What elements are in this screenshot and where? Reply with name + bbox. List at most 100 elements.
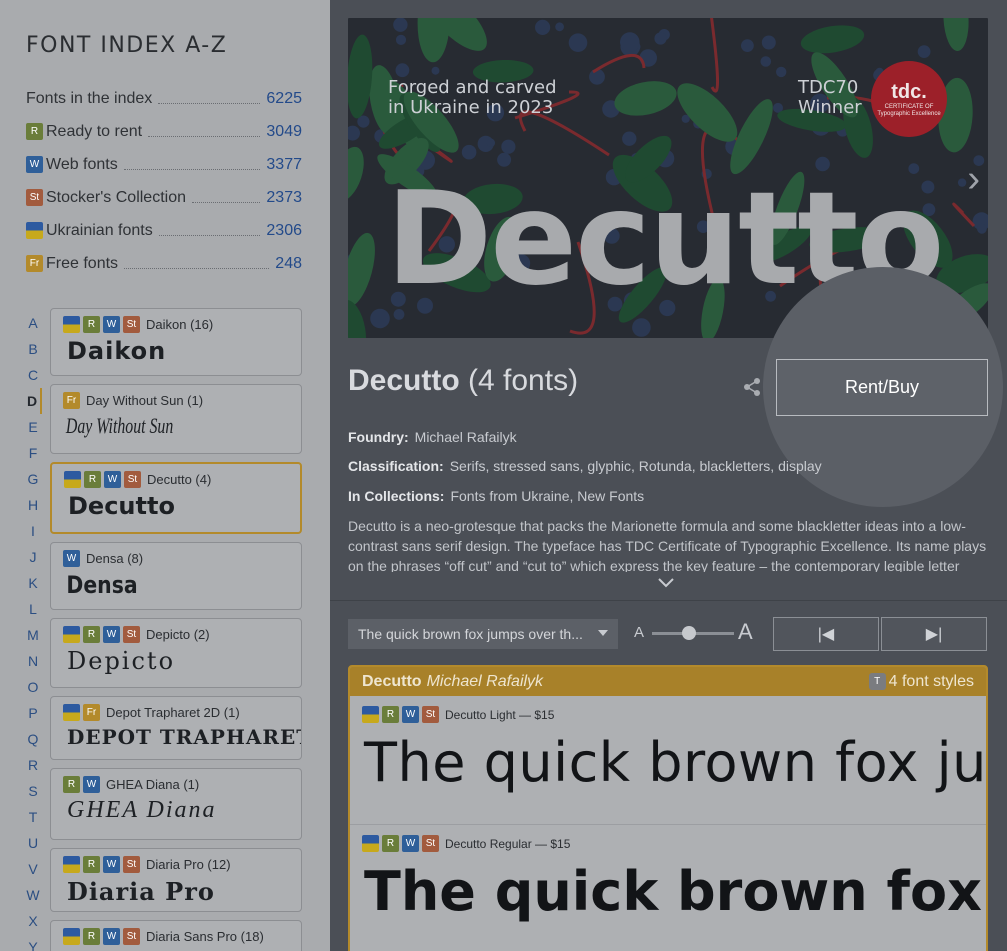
alphabet-letter-f[interactable]: F	[24, 440, 42, 466]
stat-row-ukrainian-fonts[interactable]: Ukrainian fonts 2306	[26, 214, 302, 247]
web-font-icon: W	[26, 156, 43, 173]
stockers-collection-icon: St	[123, 855, 140, 873]
dropdown-caret-icon[interactable]	[598, 630, 608, 636]
web-font-icon: W	[103, 625, 120, 643]
stockers-collection-icon: St	[422, 835, 439, 852]
stockers-collection-icon: St	[26, 189, 43, 206]
stat-row-all[interactable]: Fonts in the index 6225	[26, 82, 302, 115]
next-font-button[interactable]: ▶|	[881, 617, 987, 651]
font-card-sample: Decutto	[68, 492, 175, 520]
alphabet-letter-t[interactable]: T	[24, 804, 42, 830]
alphabet-letter-e[interactable]: E	[24, 414, 42, 440]
alphabet-letter-u[interactable]: U	[24, 830, 42, 856]
sample-text-select[interactable]: The quick brown fox jumps over th...	[348, 619, 618, 649]
font-card-sample: Densa	[66, 571, 138, 599]
ukraine-flag-icon	[362, 835, 379, 852]
alphabet-letter-n[interactable]: N	[24, 648, 42, 674]
share-icon[interactable]	[742, 377, 762, 397]
font-card-name: GHEA Diana (1)	[106, 776, 200, 792]
ready-to-rent-icon: R	[84, 470, 101, 488]
alphabet-letter-x[interactable]: X	[24, 908, 42, 934]
alphabet-letter-m[interactable]: M	[24, 622, 42, 648]
alphabet-letter-d[interactable]: D	[24, 388, 42, 414]
font-style-row-regular[interactable]: R W St Decutto Regular — $15 The quick brown…	[350, 825, 986, 951]
chevron-right-icon[interactable]: ›	[967, 158, 980, 201]
ukraine-flag-icon	[64, 470, 81, 488]
alphabet-letter-r[interactable]: R	[24, 752, 42, 778]
ready-to-rent-icon: R	[63, 775, 80, 793]
free-font-icon: Fr	[26, 255, 43, 272]
font-card-header: R W St Diaria Pro (12)	[63, 855, 289, 873]
stat-label: Ukrainian fonts	[46, 221, 153, 239]
font-card-depot-trapharet-2d[interactable]: Fr Depot Trapharet 2D (1) DEPOT TRAPHARET …	[50, 696, 302, 760]
alphabet-letter-w[interactable]: W	[24, 882, 42, 908]
stat-count[interactable]: 2373	[266, 189, 302, 207]
stat-count[interactable]: 3377	[266, 156, 302, 174]
collections-links[interactable]: Fonts from Ukraine, New Fonts	[450, 488, 644, 504]
font-card-day-without-sun[interactable]: Fr Day Without Sun (1) Day Without Sun	[50, 384, 302, 454]
alphabet-letter-g[interactable]: G	[24, 466, 42, 492]
ready-to-rent-icon: R	[83, 927, 100, 945]
foundry-link[interactable]: Michael Rafailyk	[415, 429, 517, 445]
stat-count[interactable]: 6225	[266, 90, 302, 108]
font-card-name: Day Without Sun (1)	[86, 392, 204, 408]
alphabet-letter-s[interactable]: S	[24, 778, 42, 804]
stat-label: Fonts in the index	[26, 89, 153, 107]
alphabet-letter-q[interactable]: Q	[24, 726, 42, 752]
main-content: Forged and carved in Ukraine in 2023 TDC…	[330, 0, 1007, 951]
ready-to-rent-icon: R	[382, 835, 399, 852]
alphabet-letter-p[interactable]: P	[24, 700, 42, 726]
font-style-row-light[interactable]: R W St Decutto Light — $15 The quick brown f…	[350, 696, 986, 825]
font-card-depicto[interactable]: R W St Depicto (2) Depicto	[50, 618, 302, 688]
alphabet-letter-a[interactable]: A	[24, 310, 42, 336]
stat-count[interactable]: 3049	[266, 123, 302, 141]
font-card-ghea-diana[interactable]: R W GHEA Diana (1) GHEA Diana	[50, 768, 302, 840]
alphabet-letter-o[interactable]: O	[24, 674, 42, 700]
font-card-name: Depot Trapharet 2D (1)	[106, 704, 240, 720]
font-card-diaria-pro[interactable]: R W St Diaria Pro (12) Diaria Pro	[50, 848, 302, 912]
stat-label: Ready to rent	[46, 122, 143, 140]
font-style-name[interactable]: Decutto Regular — $15	[445, 837, 570, 851]
font-count: (4 fonts)	[468, 364, 579, 397]
size-small-icon: A	[634, 624, 645, 641]
size-slider-handle[interactable]	[681, 626, 696, 640]
stat-count[interactable]: 2306	[266, 222, 302, 240]
sidebar: FONT INDEX A-Z Fonts in the index 6225 R…	[0, 0, 330, 951]
stat-row-web-fonts[interactable]: W Web fonts 3377	[26, 148, 302, 181]
stat-row-free-fonts[interactable]: Fr Free fonts 248	[26, 247, 302, 280]
dot-leader	[123, 169, 261, 170]
alphabet-letter-l[interactable]: L	[24, 596, 42, 622]
family-name[interactable]: Decutto	[362, 673, 422, 691]
font-styles-icon: T	[868, 673, 886, 690]
rent-buy-button[interactable]: Rent/Buy	[776, 359, 988, 416]
previous-font-button[interactable]: |◀	[773, 617, 879, 651]
font-card-diaria-sans-pro[interactable]: R W St Diaria Sans Pro (18)	[50, 920, 302, 951]
font-card-decutto[interactable]: R W St Decutto (4) Decutto	[50, 462, 302, 534]
chevron-down-icon[interactable]	[656, 576, 676, 590]
family-foundry[interactable]: Michael Rafailyk	[427, 673, 543, 691]
stat-row-stockers-collection[interactable]: St Stocker's Collection 2373	[26, 181, 302, 214]
alphabet-letter-k[interactable]: K	[24, 570, 42, 596]
font-card-daikon[interactable]: R W St Daikon (16) Daikon	[50, 308, 302, 376]
alphabet-letter-c[interactable]: C	[24, 362, 42, 388]
classification-links[interactable]: Serifs, stressed sans, glyphic, Rotunda,…	[450, 458, 822, 474]
alphabet-letter-j[interactable]: J	[24, 544, 42, 570]
font-card-densa[interactable]: W Densa (8) Densa	[50, 542, 302, 610]
stat-count[interactable]: 248	[275, 255, 302, 273]
alphabet-letter-v[interactable]: V	[24, 856, 42, 882]
family-styles-count[interactable]: T 4 font styles	[868, 673, 974, 691]
meta-foundry: Foundry: Michael Rafailyk	[348, 429, 517, 445]
font-card-header: W Densa (8)	[63, 549, 289, 567]
font-style-name[interactable]: Decutto Light — $15	[445, 708, 554, 722]
tagline-line: Forged and carved	[388, 77, 557, 98]
alphabet-letter-y[interactable]: Y	[24, 934, 42, 951]
stat-row-ready-to-rent[interactable]: R Ready to rent 3049	[26, 115, 302, 148]
alphabet-letter-b[interactable]: B	[24, 336, 42, 362]
alphabet-letter-i[interactable]: I	[24, 518, 42, 544]
alphabet-letter-h[interactable]: H	[24, 492, 42, 518]
stockers-collection-icon: St	[123, 315, 140, 333]
stockers-collection-icon: St	[123, 927, 140, 945]
web-font-icon: W	[103, 927, 120, 945]
web-font-icon: W	[402, 835, 419, 852]
font-card-name: Densa (8)	[86, 550, 144, 566]
